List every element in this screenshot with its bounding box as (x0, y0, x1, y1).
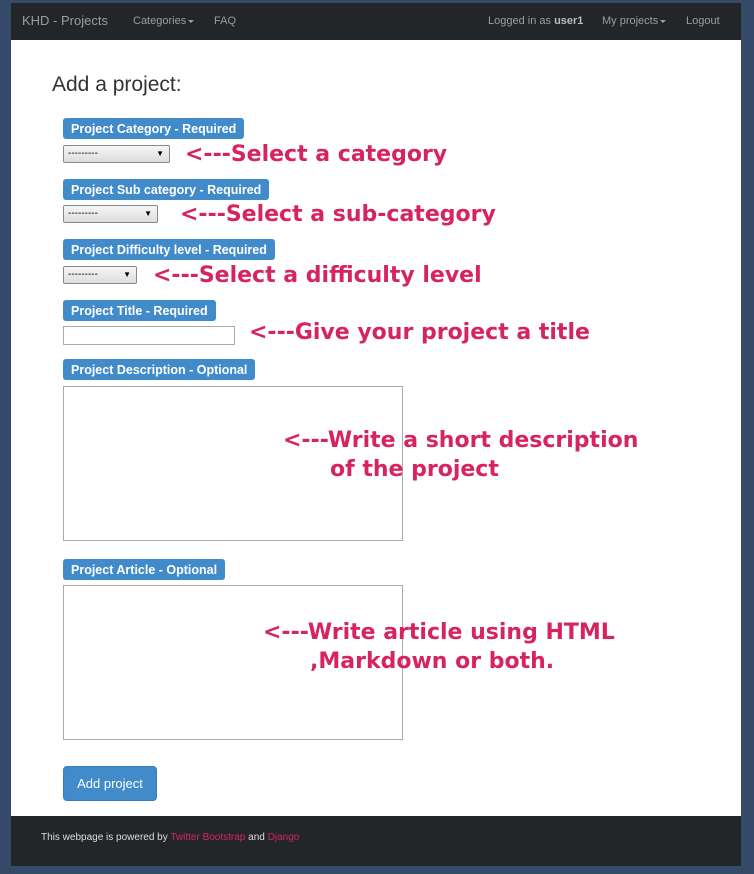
article-annotation-2: ,Markdown or both. (310, 649, 555, 674)
category-label: Project Category - Required (63, 118, 245, 139)
footer-and: and (245, 832, 268, 843)
description-label: Project Description - Optional (63, 359, 256, 380)
description-annotation-2: of the project (330, 457, 499, 482)
nav-my-projects[interactable]: My projects (602, 15, 667, 27)
brand-link[interactable]: KHD - Projects (22, 13, 108, 28)
difficulty-label: Project Difficulty level - Required (63, 239, 275, 260)
description-annotation-1: <---Write a short description (283, 428, 639, 453)
categories-label: Categories (133, 15, 187, 27)
footer: This webpage is powered by Twitter Boots… (11, 816, 741, 866)
title-annotation: <---Give your project a title (249, 320, 590, 345)
article-annotation-1: <---Write article using HTML (263, 620, 615, 645)
my-projects-label: My projects (602, 15, 659, 27)
browser-window: KHD - Projects Categories FAQ Logged in … (11, 3, 741, 866)
logged-prefix: Logged in as (488, 15, 555, 27)
subcategory-annotation: <---Select a sub-category (180, 202, 496, 227)
subcategory-label: Project Sub category - Required (63, 179, 270, 200)
article-label: Project Article - Optional (63, 559, 226, 580)
username: user1 (554, 15, 584, 27)
category-select[interactable]: --------- (63, 145, 170, 163)
difficulty-select[interactable]: --------- (63, 266, 137, 284)
caret-icon (660, 19, 667, 23)
footer-text: This webpage is powered by (41, 832, 171, 843)
add-project-button[interactable]: Add project (63, 766, 157, 801)
subcategory-select[interactable]: --------- (63, 205, 158, 223)
bootstrap-link[interactable]: Twitter Bootstrap (170, 832, 245, 843)
navbar: KHD - Projects Categories FAQ Logged in … (11, 3, 741, 40)
nav-logout[interactable]: Logout (686, 15, 720, 27)
title-label: Project Title - Required (63, 300, 216, 321)
category-annotation: <---Select a category (185, 142, 448, 167)
nav-categories[interactable]: Categories (133, 15, 195, 27)
page-title: Add a project: (52, 73, 182, 96)
logged-in-text: Logged in as user1 (488, 15, 583, 27)
nav-faq[interactable]: FAQ (214, 15, 236, 27)
caret-icon (188, 19, 195, 23)
difficulty-annotation: <---Select a difficulty level (153, 263, 482, 288)
title-input[interactable] (63, 326, 235, 345)
django-link[interactable]: Django (268, 832, 300, 843)
